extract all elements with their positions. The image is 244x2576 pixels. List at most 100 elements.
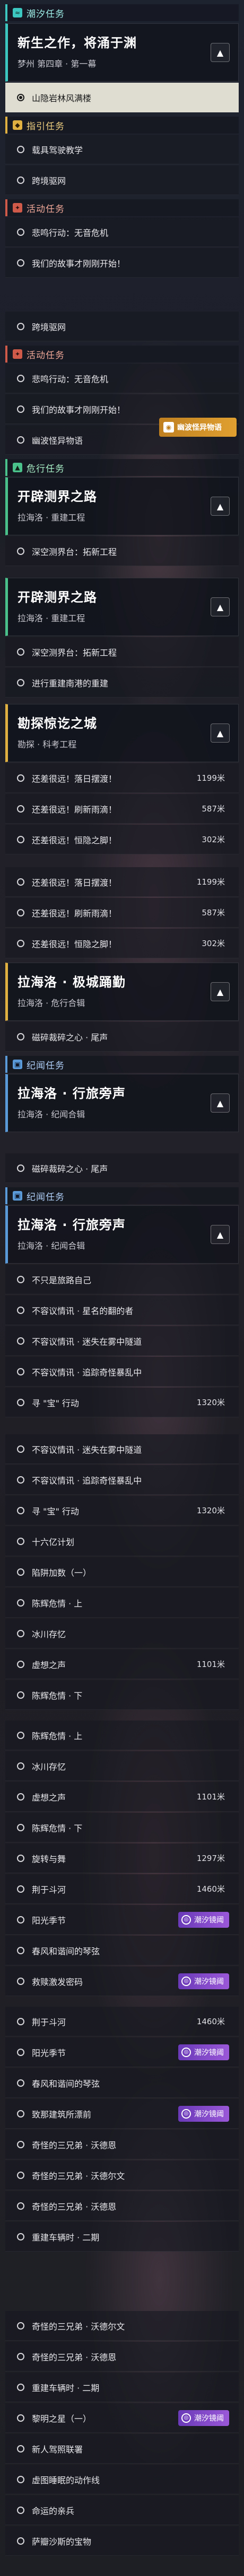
list-item[interactable]: 我们的故事才刚刚开始！: [5, 248, 239, 278]
list-item[interactable]: 陈辉危情 · 上: [5, 1721, 239, 1750]
list-item[interactable]: 阳光季节 ◎ 潮汐镜阈: [5, 1905, 239, 1935]
quest-card[interactable]: 拉海洛 · 行旅旁声 拉海洛 · 纪闻合辑 ▲: [5, 1205, 239, 1264]
list-item[interactable]: 荆于斗河 1460米: [5, 2007, 239, 2036]
list-item[interactable]: 进行重建南港的重建: [5, 668, 239, 698]
list-item[interactable]: 磁碎裁碎之心 · 尾声: [5, 1022, 239, 1052]
section-header-side[interactable]: ▣ 纪闻任务: [5, 1187, 239, 1204]
list-item[interactable]: 重建车辆时 · 二期: [5, 2372, 239, 2402]
list-item[interactable]: 虚图睡眠的动作线: [5, 2465, 239, 2494]
list-item[interactable]: 春风和谐间的琴弦: [5, 2068, 239, 2098]
list-item[interactable]: 陈辉危情 · 下: [5, 1813, 239, 1842]
wave-realm-badge[interactable]: ◎ 潮汐镜阈: [178, 1973, 229, 1989]
list-item[interactable]: 悲鸣行动：无音危机: [5, 217, 239, 247]
list-item[interactable]: 陷阱加数（一）: [5, 1557, 239, 1587]
item-label: 重建车辆时 · 二期: [32, 2232, 100, 2243]
list-item[interactable]: 悲鸣行动：无音危机: [5, 364, 239, 393]
list-item[interactable]: 不容议情讯 · 星名的翻的者: [5, 1295, 239, 1325]
list-item[interactable]: 还差很远！刷新雨滴！ 587米: [5, 898, 239, 928]
quest-card[interactable]: 开辟测界之路 拉海洛 · 重建工程 ▲: [5, 477, 239, 535]
chevron-up-icon[interactable]: ▲: [211, 597, 230, 616]
list-item[interactable]: 还差很远！落日摆渡！ 1199米: [5, 763, 239, 793]
chevron-up-icon[interactable]: ▲: [211, 724, 230, 743]
list-item[interactable]: 跨境驱网: [5, 312, 239, 341]
list-item[interactable]: 不只是旅路自己: [5, 1265, 239, 1294]
tracked-quest-badge[interactable]: ◉ 幽波怪异物语: [159, 418, 237, 437]
section-title: 活动任务: [27, 204, 65, 215]
list-item[interactable]: 阳光季节 ◎ 潮汐镜阈: [5, 2037, 239, 2067]
list-item[interactable]: 磁碎裁碎之心 · 尾声: [5, 1153, 239, 1183]
badge-label: 潮汐镜阈: [194, 2414, 224, 2423]
list-item[interactable]: 命运的亲兵: [5, 2495, 239, 2525]
item-label: 救赎激发密码: [32, 1977, 83, 1987]
chevron-up-icon[interactable]: ▲: [211, 43, 230, 62]
list-item[interactable]: 跨境驱网: [5, 165, 239, 195]
quest-card[interactable]: 开辟测界之路 拉海洛 · 重建工程 ▲: [5, 578, 239, 636]
list-item[interactable]: 深空测界台：拓新工程: [5, 637, 239, 667]
quest-card[interactable]: 拉海洛 · 极城踊勤 拉海洛 · 危行合辑 ▲: [5, 963, 239, 1021]
quest-card[interactable]: 新生之作，将涌于渊 梦州 第四章 · 第一幕 ▲: [5, 23, 239, 82]
list-item[interactable]: 奇怪的三兄弟 · 沃德尔文: [5, 2160, 239, 2190]
quest-step-selected[interactable]: 山隐岩林风满楼: [5, 83, 239, 112]
chronicle-icon: ▣: [13, 1060, 22, 1069]
list-item[interactable]: 旋转与舞 1297米: [5, 1843, 239, 1873]
list-item[interactable]: 还差很远！恒隐之脚！ 302米: [5, 929, 239, 958]
item-label: 还差很远！落日摆渡！: [32, 773, 117, 784]
wave-realm-badge[interactable]: ◎ 潮汐镜阈: [178, 2410, 229, 2426]
list-item[interactable]: 陈辉危情 · 上: [5, 1588, 239, 1618]
list-item[interactable]: 寻 "宝" 行动 1320米: [5, 1388, 239, 1417]
list-item[interactable]: 不容议情讯 · 迷失在雾中隧道: [5, 1434, 239, 1464]
list-item[interactable]: 奇怪的三兄弟 · 沃德恩: [5, 2342, 239, 2371]
section-header-danger[interactable]: ▲ 危行任务: [5, 459, 239, 476]
list-item[interactable]: 黎明之星（一） ◎ 潮汐镜阈: [5, 2403, 239, 2433]
list-item[interactable]: 冰川存忆: [5, 1619, 239, 1648]
distance: 1199米: [196, 773, 225, 783]
list-item[interactable]: 荆于斗河 1460米: [5, 1874, 239, 1904]
list-item[interactable]: 虚想之声 1101米: [5, 1782, 239, 1812]
list-item[interactable]: 重建车辆时 · 二期: [5, 2222, 239, 2252]
quest-subtitle: 拉海洛 · 纪闻合辑: [18, 1241, 85, 1251]
list-item[interactable]: 还差很远！落日摆渡！ 1199米: [5, 867, 239, 897]
list-item[interactable]: 陈辉危情 · 下: [5, 1680, 239, 1710]
tracked-label: 幽波怪异物语: [177, 424, 222, 432]
section-title: 指引任务: [27, 121, 65, 132]
section-header-side[interactable]: ▣ 纪闻任务: [5, 1056, 239, 1073]
list-item[interactable]: 新人驾照联署: [5, 2434, 239, 2464]
chevron-up-icon[interactable]: ▲: [211, 1225, 230, 1244]
section-header-wave[interactable]: ≈ 潮汐任务: [5, 4, 239, 21]
item-label: 荆于斗河: [32, 2017, 66, 2027]
list-item[interactable]: 萨瓣沙斯的宝物: [5, 2526, 239, 2556]
list-item[interactable]: 深空测界台：拓新工程: [5, 536, 239, 566]
wave-realm-badge[interactable]: ◎ 潮汐镜阈: [178, 2105, 229, 2122]
quest-card[interactable]: 拉海洛 · 行旅旁声 拉海洛 · 纪闻合辑 ▲: [5, 1074, 239, 1132]
chevron-up-icon[interactable]: ▲: [211, 497, 230, 516]
list-item[interactable]: 救赎激发密码 ◎ 潮汐镜阈: [5, 1966, 239, 1996]
quest-title: 拉海洛 · 极城踊勤: [18, 975, 126, 990]
chevron-up-icon[interactable]: ▲: [211, 982, 230, 1001]
list-item[interactable]: 奇怪的三兄弟 · 沃德恩: [5, 2130, 239, 2159]
quest-card[interactable]: 勘探惊讫之城 勘探 · 科考工程 ▲: [5, 704, 239, 762]
wave-realm-badge[interactable]: ◎ 潮汐镜阈: [178, 2044, 229, 2060]
list-item[interactable]: 不容议情讯 · 追踪奇怪暴乱中: [5, 1465, 239, 1495]
list-item[interactable]: 春风和谐间的琴弦: [5, 1936, 239, 1965]
wave-realm-badge[interactable]: ◎ 潮汐镜阈: [178, 1911, 229, 1928]
item-label: 不容议情讯 · 追踪奇怪暴乱中: [32, 1475, 142, 1486]
section-header-tutorial[interactable]: ◆ 指引任务: [5, 117, 239, 134]
list-item[interactable]: 冰川存忆: [5, 1751, 239, 1781]
section-header-event[interactable]: ✦ 活动任务: [5, 346, 239, 363]
section-header-event[interactable]: ✦ 活动任务: [5, 199, 239, 216]
event-icon: ✦: [13, 349, 22, 359]
list-item[interactable]: 还差很远！恒隐之脚！ 302米: [5, 825, 239, 854]
quest-subtitle: 拉海洛 · 危行合辑: [18, 998, 85, 1008]
list-item[interactable]: 十六亿计划: [5, 1527, 239, 1556]
list-item[interactable]: 奇怪的三兄弟 · 沃德尔文: [5, 2311, 239, 2341]
distance: 1297米: [196, 1854, 225, 1863]
list-item[interactable]: 奇怪的三兄弟 · 沃德恩: [5, 2191, 239, 2221]
chevron-up-icon[interactable]: ▲: [211, 1093, 230, 1113]
list-item[interactable]: 致那建筑所漂前 ◎ 潮汐镜阈: [5, 2099, 239, 2129]
list-item[interactable]: 虚想之声 1101米: [5, 1649, 239, 1679]
list-item[interactable]: 寻 "宝" 行动 1320米: [5, 1496, 239, 1525]
list-item[interactable]: 还差很远！刷新雨滴！ 587米: [5, 794, 239, 824]
list-item[interactable]: 不容议情讯 · 迷失在雾中隧道: [5, 1326, 239, 1356]
list-item[interactable]: 载具驾驶教学: [5, 135, 239, 164]
list-item[interactable]: 不容议情讯 · 追踪奇怪暴乱中: [5, 1357, 239, 1387]
